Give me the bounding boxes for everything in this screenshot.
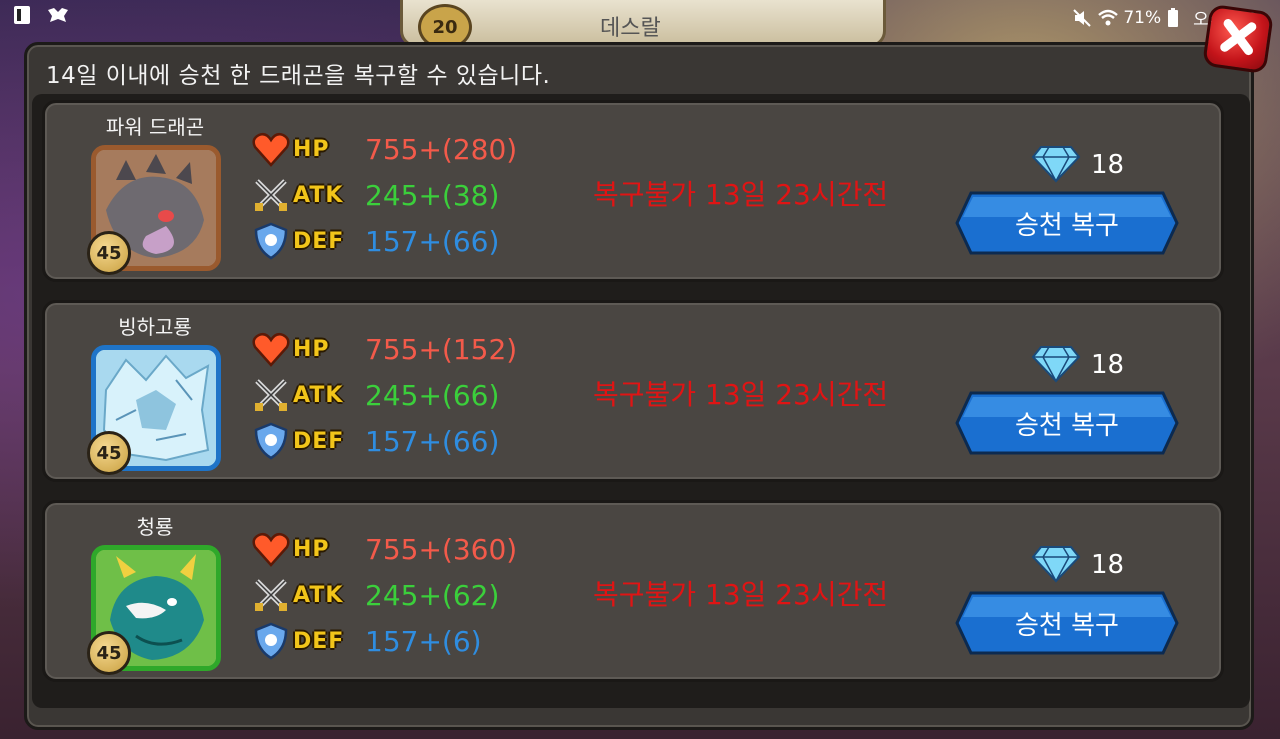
hp-stat: HP 755+(360) [251,529,517,569]
restore-button-label: 승천 복구 [1015,610,1119,641]
wifi-icon [1097,7,1119,29]
restore-unavailable-text: 복구불가 13일 23시간전 [593,578,889,611]
hp-value: 755+(280) [365,132,518,166]
price-value: 18 [1091,150,1125,180]
def-label: DEF [293,628,345,654]
level-badge: 45 [87,231,131,275]
hp-label: HP [293,136,330,162]
hp-value: 755+(152) [365,332,518,366]
battery-percent: 71% [1123,7,1162,28]
def-value: 157+(6) [365,624,482,658]
ascension-restore-button[interactable]: 승천 복구 [955,591,1179,655]
atk-stat: ATK 245+(38) [251,175,499,215]
hp-label: HP [293,536,330,562]
dragon-name: 파워 드래곤 [105,115,205,139]
def-stat: DEF 157+(66) [251,421,499,461]
price: 18 [1031,143,1124,187]
hp-value: 755+(360) [365,532,518,566]
diamond-icon [1031,343,1081,387]
mute-icon [1071,7,1092,29]
price-value: 18 [1091,550,1125,580]
def-label: DEF [293,228,345,254]
restore-unavailable-text: 복구불가 13일 23시간전 [593,178,889,211]
level-badge: 45 [87,431,131,475]
hp-label: HP [293,336,330,362]
def-label: DEF [293,428,345,454]
ascension-restore-button[interactable]: 승천 복구 [955,391,1179,455]
hp-stat: HP 755+(280) [251,129,517,169]
restore-unavailable-text: 복구불가 13일 23시간전 [593,378,889,411]
shield-icon [251,221,291,261]
price-value: 18 [1091,350,1125,380]
def-stat: DEF 157+(6) [251,621,482,661]
close-button[interactable] [1201,3,1275,75]
atk-label: ATK [293,382,344,408]
dialog-notice: 14일 이내에 승천 한 드래곤을 복구할 수 있습니다. [46,63,551,89]
heart-icon [251,529,291,569]
close-icon [1215,14,1261,63]
atk-stat: ATK 245+(66) [251,375,499,415]
atk-value: 245+(62) [365,578,500,612]
battery-icon [1167,7,1187,29]
restore-button-label: 승천 복구 [1015,410,1119,441]
list-item: 파워 드래곤 45 HP 755+(280) ATK 245+(38) DEF … [42,100,1224,282]
crossed-swords-icon [251,175,291,215]
shield-icon [251,621,291,661]
atk-label: ATK [293,582,344,608]
crossed-swords-icon [251,375,291,415]
heart-icon [251,329,291,369]
crossed-swords-icon [251,575,291,615]
heart-icon [251,129,291,169]
status-bar: 71% 오후 6:56 [0,0,1280,32]
game-app-icon [46,4,68,26]
atk-value: 245+(38) [365,178,500,212]
atk-value: 245+(66) [365,378,500,412]
def-stat: DEF 157+(66) [251,221,499,261]
list-item: 청룡 45 HP 755+(360) ATK 245+(62) DEF 157+… [42,500,1224,682]
hp-stat: HP 755+(152) [251,329,517,369]
def-value: 157+(66) [365,424,500,458]
diamond-icon [1031,543,1081,587]
atk-label: ATK [293,182,344,208]
notification-icon [12,4,32,26]
diamond-icon [1031,143,1081,187]
list-item: 빙하고룡 45 HP 755+(152) ATK 245+(66) DEF 15… [42,300,1224,482]
restore-button-label: 승천 복구 [1015,210,1119,241]
dragon-name: 빙하고룡 [118,315,192,339]
level-badge: 45 [87,631,131,675]
dragon-name: 청룡 [136,515,174,539]
price: 18 [1031,543,1124,587]
atk-stat: ATK 245+(62) [251,575,499,615]
price: 18 [1031,343,1124,387]
dragon-list: 파워 드래곤 45 HP 755+(280) ATK 245+(38) DEF … [32,94,1250,708]
shield-icon [251,421,291,461]
ascension-restore-button[interactable]: 승천 복구 [955,191,1179,255]
def-value: 157+(66) [365,224,500,258]
